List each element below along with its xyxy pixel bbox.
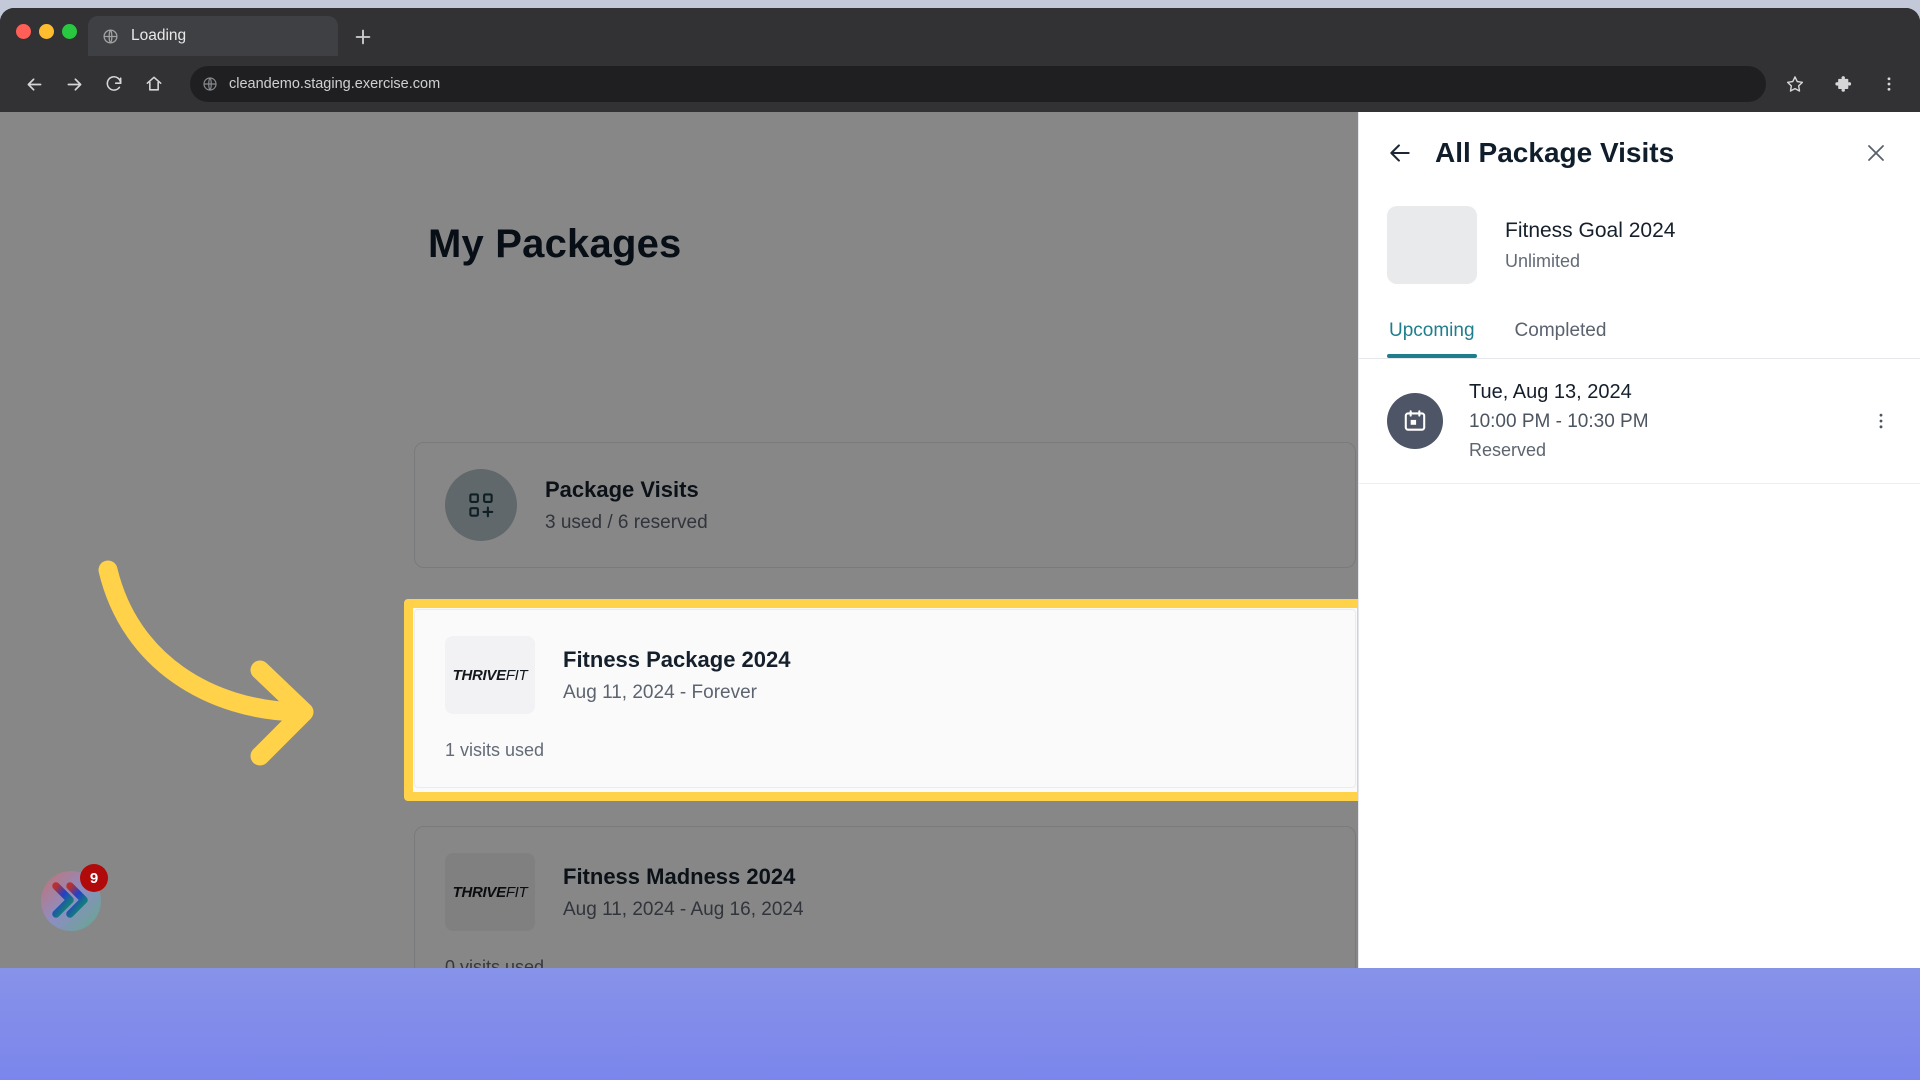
three-dots-vertical-icon: [1880, 75, 1898, 93]
panel-header: All Package Visits: [1359, 112, 1920, 194]
extensions-button[interactable]: [1828, 69, 1858, 99]
main-content: My Packages Package Visits 3 used: [0, 112, 1358, 968]
browser-window: Loading: [0, 8, 1920, 968]
card-row: THRIVEFIT Fitness Madness 2024 Aug 11, 2…: [415, 827, 1355, 957]
panel-package-name: Fitness Goal 2024: [1505, 219, 1675, 243]
panel-package-thumb: [1387, 206, 1477, 284]
forward-button[interactable]: [56, 66, 92, 102]
home-icon: [144, 74, 164, 94]
visit-status: Reserved: [1469, 440, 1842, 461]
globe-icon: [102, 28, 119, 45]
panel-package-summary: Fitness Goal 2024 Unlimited: [1359, 194, 1920, 310]
logo-light-part: FIT: [506, 667, 528, 684]
thrivefit-logo: THRIVEFIT: [453, 884, 528, 901]
tab-strip: Loading: [0, 8, 1920, 56]
arrow-right-icon: [64, 74, 85, 95]
home-button[interactable]: [136, 66, 172, 102]
plus-icon: [352, 26, 374, 48]
panel-package-text: Fitness Goal 2024 Unlimited: [1505, 219, 1675, 272]
address-bar[interactable]: cleandemo.staging.exercise.com: [190, 66, 1766, 102]
address-bar-url: cleandemo.staging.exercise.com: [229, 76, 1754, 92]
back-button[interactable]: [16, 66, 52, 102]
all-package-visits-panel: All Package Visits Fitness Goal 2024 Unl…: [1358, 112, 1920, 968]
tab-title: Loading: [131, 27, 186, 45]
visit-list: Tue, Aug 13, 2024 10:00 PM - 10:30 PM Re…: [1359, 359, 1920, 484]
visit-list-item[interactable]: Tue, Aug 13, 2024 10:00 PM - 10:30 PM Re…: [1359, 359, 1920, 484]
panel-tabs: Upcoming Completed: [1359, 310, 1920, 359]
tab-completed[interactable]: Completed: [1513, 310, 1609, 358]
arrow-annotation: [90, 552, 390, 782]
arrow-left-icon: [24, 74, 45, 95]
star-icon: [1785, 74, 1805, 94]
panel-package-subtitle: Unlimited: [1505, 251, 1675, 272]
package-visits-card[interactable]: Package Visits 3 used / 6 reserved: [414, 442, 1356, 568]
page-viewport: My Packages Package Visits 3 used: [0, 112, 1920, 968]
card-title: Package Visits: [545, 477, 708, 503]
thrivefit-logo: THRIVEFIT: [453, 667, 528, 684]
card-text-block: Fitness Madness 2024 Aug 11, 2024 - Aug …: [563, 864, 804, 921]
window-maximize-button[interactable]: [62, 24, 77, 39]
reload-button[interactable]: [96, 66, 132, 102]
browser-menu-button[interactable]: [1874, 69, 1904, 99]
card-footer-visits-used: 0 visits used: [415, 957, 1355, 968]
browser-tab[interactable]: Loading: [88, 16, 338, 56]
window-close-button[interactable]: [16, 24, 31, 39]
visit-menu-button[interactable]: [1868, 408, 1894, 434]
package-visits-avatar: [445, 469, 517, 541]
visit-info: Tue, Aug 13, 2024 10:00 PM - 10:30 PM Re…: [1469, 381, 1842, 461]
card-title: Fitness Madness 2024: [563, 864, 804, 890]
three-dots-vertical-icon: [1871, 411, 1891, 431]
page-title: My Packages: [428, 222, 681, 267]
tab-upcoming[interactable]: Upcoming: [1387, 310, 1477, 358]
logo-light-part: FIT: [506, 884, 528, 901]
package-logo-thumb: THRIVEFIT: [445, 636, 535, 714]
logo-bold-part: THRIVE: [453, 667, 506, 684]
new-tab-button[interactable]: [352, 26, 374, 48]
logo-bold-part: THRIVE: [453, 884, 506, 901]
arrow-left-icon[interactable]: [1387, 140, 1413, 166]
card-footer-visits-used: 1 visits used: [415, 740, 1355, 787]
grid-plus-icon: [466, 490, 496, 520]
globe-icon: [202, 76, 218, 92]
card-row: Package Visits 3 used / 6 reserved: [415, 443, 1355, 567]
launcher-badge-count: 9: [80, 864, 108, 892]
puzzle-piece-icon: [1833, 74, 1854, 95]
card-text-block: Package Visits 3 used / 6 reserved: [545, 477, 708, 534]
reload-icon: [104, 74, 124, 94]
visit-icon-circle: [1387, 393, 1443, 449]
card-subtitle: Aug 11, 2024 - Forever: [563, 682, 790, 704]
calendar-icon: [1402, 408, 1428, 434]
panel-title: All Package Visits: [1435, 137, 1842, 169]
window-minimize-button[interactable]: [39, 24, 54, 39]
package-logo-thumb: THRIVEFIT: [445, 853, 535, 931]
visit-date: Tue, Aug 13, 2024: [1469, 381, 1842, 404]
fitness-package-card[interactable]: THRIVEFIT Fitness Package 2024 Aug 11, 2…: [414, 609, 1356, 788]
card-title: Fitness Package 2024: [563, 647, 790, 673]
chat-launcher-widget[interactable]: 9: [40, 870, 102, 932]
card-row: THRIVEFIT Fitness Package 2024 Aug 11, 2…: [415, 610, 1355, 740]
window-traffic-lights: [16, 24, 77, 39]
bookmark-button[interactable]: [1780, 69, 1810, 99]
card-text-block: Fitness Package 2024 Aug 11, 2024 - Fore…: [563, 647, 790, 704]
close-x-icon[interactable]: [1864, 141, 1888, 165]
card-subtitle: 3 used / 6 reserved: [545, 512, 708, 534]
card-subtitle: Aug 11, 2024 - Aug 16, 2024: [563, 899, 804, 921]
browser-toolbar: cleandemo.staging.exercise.com: [0, 56, 1920, 112]
fitness-madness-card[interactable]: THRIVEFIT Fitness Madness 2024 Aug 11, 2…: [414, 826, 1356, 968]
visit-time: 10:00 PM - 10:30 PM: [1469, 411, 1842, 433]
